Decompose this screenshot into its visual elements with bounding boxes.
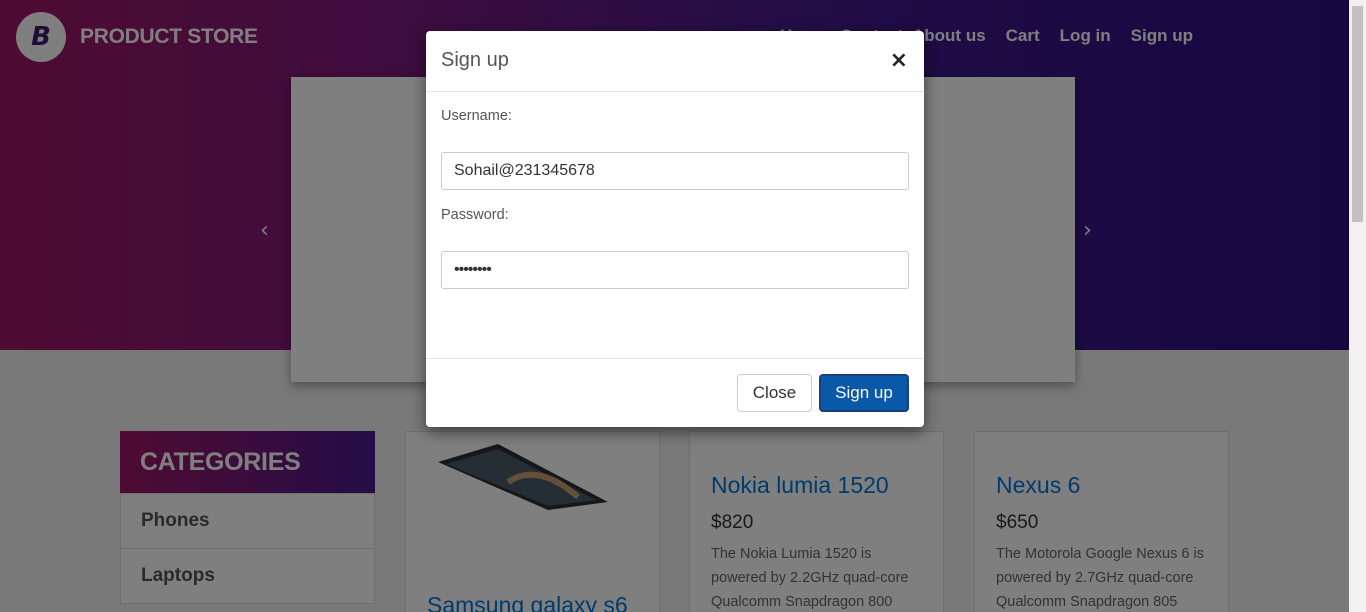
sign-up-modal: Sign up × Username: Password: •••••••• C… xyxy=(426,31,924,427)
modal-header: Sign up × xyxy=(426,31,924,92)
password-input[interactable]: •••••••• xyxy=(441,251,909,289)
username-input[interactable] xyxy=(441,152,909,190)
password-label: Password: xyxy=(441,207,509,223)
modal-title: Sign up xyxy=(441,49,509,71)
page-scrollbar[interactable] xyxy=(1349,0,1366,612)
close-button[interactable]: Close xyxy=(737,374,812,412)
scrollbar-thumb[interactable] xyxy=(1352,6,1363,222)
sign-up-button[interactable]: Sign up xyxy=(819,374,909,412)
close-icon[interactable]: × xyxy=(890,48,908,73)
username-label: Username: xyxy=(441,108,512,124)
modal-footer: Close Sign up xyxy=(426,358,924,427)
